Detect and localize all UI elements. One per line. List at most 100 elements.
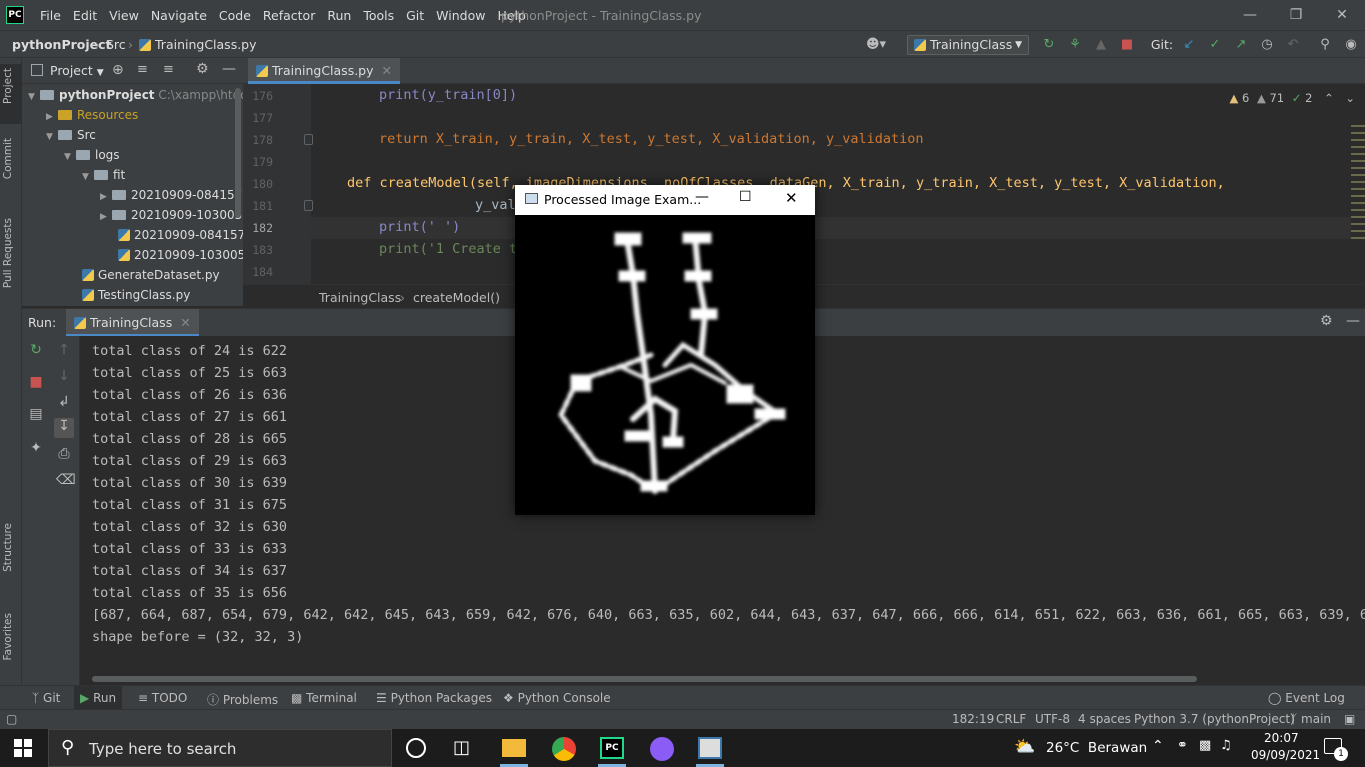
clock-time[interactable]: 20:07 — [1264, 731, 1299, 745]
git-commit-icon[interactable]: ✓ — [1207, 36, 1223, 54]
battery-icon[interactable]: ▩ — [1199, 738, 1211, 753]
toggle-tool-windows-icon[interactable]: ▢ — [6, 712, 17, 726]
debug-icon[interactable]: ⚘ — [1067, 36, 1083, 54]
print-icon[interactable]: ⎙ — [56, 446, 72, 462]
menu-run[interactable]: Run — [321, 8, 357, 23]
locate-icon[interactable]: ⊕ — [112, 62, 124, 78]
tool-terminal[interactable]: ▩ Terminal — [291, 691, 357, 705]
clock-date[interactable]: 09/09/2021 — [1251, 748, 1320, 762]
caret-position[interactable]: 182:19 — [952, 712, 994, 726]
console-horizontal-scrollbar[interactable] — [92, 676, 1197, 682]
github-desktop-icon[interactable] — [650, 737, 674, 761]
project-scrollbar[interactable] — [235, 88, 241, 218]
processed-image-window[interactable]: Processed Image Exam... — ☐ ✕ — [515, 185, 815, 515]
tool-commit[interactable]: Commit — [2, 138, 14, 179]
chevron-down-icon[interactable]: ⌄ — [1345, 91, 1355, 105]
tool-todo[interactable]: ≡ TODO — [138, 691, 187, 705]
tool-pull-requests[interactable]: Pull Requests — [2, 218, 14, 288]
chevron-up-icon[interactable]: ⌃ — [1152, 738, 1164, 754]
menu-view[interactable]: View — [103, 8, 145, 23]
weather-text[interactable]: 26°C Berawan — [1046, 740, 1147, 756]
menu-edit[interactable]: Edit — [67, 8, 103, 23]
run-tab[interactable]: TrainingClass ✕ — [66, 309, 199, 337]
hide-icon[interactable]: — — [222, 61, 236, 77]
tool-problems[interactable]: ⓘ Problems — [207, 691, 278, 708]
error-stripe[interactable] — [1351, 120, 1365, 240]
python-interpreter[interactable]: Python 3.7 (pythonProject) — [1134, 712, 1295, 726]
breadcrumb-file[interactable]: TrainingClass.py — [139, 37, 257, 52]
tool-run[interactable]: ▶ Run — [74, 686, 123, 710]
ide-features-icon[interactable]: ◉ — [1343, 36, 1359, 54]
menu-git[interactable]: Git — [400, 8, 430, 23]
pin-icon[interactable]: ✦ — [28, 440, 44, 456]
tree-item-folder-084157[interactable]: ▶ 20210909-084157 — [100, 185, 242, 205]
rollback-icon[interactable]: ↶ — [1285, 36, 1301, 54]
menu-code[interactable]: Code — [213, 8, 257, 23]
menu-navigate[interactable]: Navigate — [145, 8, 213, 23]
task-view-icon[interactable]: ◫ — [453, 737, 477, 759]
hide-icon[interactable]: — — [1346, 313, 1360, 329]
image-window-taskbar-icon[interactable] — [698, 737, 722, 759]
git-branch[interactable]: ᛉ main — [1290, 712, 1331, 726]
gear-icon[interactable]: ⚙ — [1320, 313, 1333, 329]
tool-python-packages[interactable]: ☰ Python Packages — [376, 691, 492, 705]
layout-icon[interactable]: ▤ — [28, 406, 44, 422]
inspection-indicators[interactable]: ▲ 6 ▲ 71 ✓ 2 ⌃ ⌄ — [1229, 91, 1355, 105]
tree-item-testingclass[interactable]: TestingClass.py — [82, 285, 190, 305]
rerun-icon[interactable]: ↻ — [1041, 36, 1057, 54]
close-icon[interactable]: ✕ — [180, 315, 190, 330]
arrow-up-icon[interactable]: ↑ — [56, 342, 72, 358]
tree-item-pythonproject[interactable]: ▼ pythonProject C:\xampp\htdocs — [28, 85, 243, 105]
tree-item-fit[interactable]: ▼ fit — [82, 165, 125, 185]
trash-icon[interactable]: ⌫ — [56, 472, 76, 488]
windows-start-icon[interactable] — [14, 739, 32, 757]
breadcrumb-class[interactable]: TrainingClass — [319, 290, 401, 305]
expand-all-icon[interactable]: ≡ — [137, 62, 148, 77]
file-encoding[interactable]: UTF-8 — [1035, 712, 1070, 726]
tree-item-rar-103005[interactable]: 20210909-103005.rar — [118, 245, 243, 265]
weather-icon[interactable]: ⛅ — [1014, 737, 1035, 757]
tree-item-folder-103005[interactable]: ▶ 20210909-103005 — [100, 205, 242, 225]
menu-window[interactable]: Window — [430, 8, 491, 23]
close-icon[interactable]: ✕ — [382, 63, 392, 78]
lock-icon[interactable]: ▣ — [1344, 712, 1355, 726]
minimize-button[interactable]: — — [1227, 0, 1273, 30]
maximize-button[interactable]: ❐ — [1273, 0, 1319, 30]
tree-item-generatedataset[interactable]: GenerateDataset.py — [82, 265, 220, 285]
popup-title-bar[interactable]: Processed Image Exam... — ☐ ✕ — [515, 185, 815, 215]
menu-file[interactable]: File — [34, 8, 67, 23]
rerun-icon[interactable]: ↻ — [28, 342, 44, 358]
tool-structure[interactable]: Structure — [2, 523, 14, 572]
stop-icon[interactable]: ■ — [28, 374, 44, 390]
arrow-down-icon[interactable]: ↓ — [56, 368, 72, 384]
chrome-icon[interactable] — [552, 737, 576, 761]
tool-favorites[interactable]: Favorites — [2, 613, 14, 660]
line-separator[interactable]: CRLF — [996, 712, 1026, 726]
menu-refactor[interactable]: Refactor — [257, 8, 321, 23]
menu-tools[interactable]: Tools — [357, 8, 400, 23]
tool-project[interactable]: Project — [2, 68, 14, 104]
tab-trainingclass[interactable]: TrainingClass.py ✕ — [248, 58, 400, 84]
tool-python-console[interactable]: ❖ Python Console — [503, 691, 611, 705]
tree-item-logs[interactable]: ▼ logs — [64, 145, 120, 165]
tree-item-src[interactable]: ▼ Src — [46, 125, 96, 145]
tool-git[interactable]: ᛉ Git — [32, 691, 60, 705]
popup-maximize-button[interactable]: ☐ — [739, 189, 752, 205]
pycharm-taskbar-icon[interactable]: PC — [600, 737, 624, 759]
search-icon[interactable]: ⚲ — [1317, 36, 1333, 54]
indent-setting[interactable]: 4 spaces — [1078, 712, 1131, 726]
tool-event-log[interactable]: ◯ Event Log — [1268, 691, 1345, 705]
fold-icon[interactable] — [304, 134, 313, 145]
tree-item-rar-084157[interactable]: 20210909-084157.rar — [118, 225, 243, 245]
run-configuration-select[interactable]: TrainingClass ▼ — [907, 35, 1029, 55]
close-button[interactable]: ✕ — [1319, 0, 1365, 30]
stop-icon[interactable]: ■ — [1119, 36, 1135, 54]
file-explorer-icon[interactable] — [502, 739, 526, 757]
scroll-to-end-icon[interactable]: ↧ — [54, 418, 74, 438]
cortana-icon[interactable] — [406, 738, 426, 758]
collapse-all-icon[interactable]: ≡ — [163, 62, 174, 77]
gear-icon[interactable]: ⚙ — [196, 61, 209, 77]
coverage-icon[interactable]: ▲ — [1093, 36, 1109, 54]
git-push-icon[interactable]: ↗ — [1233, 36, 1249, 54]
popup-minimize-button[interactable]: — — [695, 189, 709, 205]
